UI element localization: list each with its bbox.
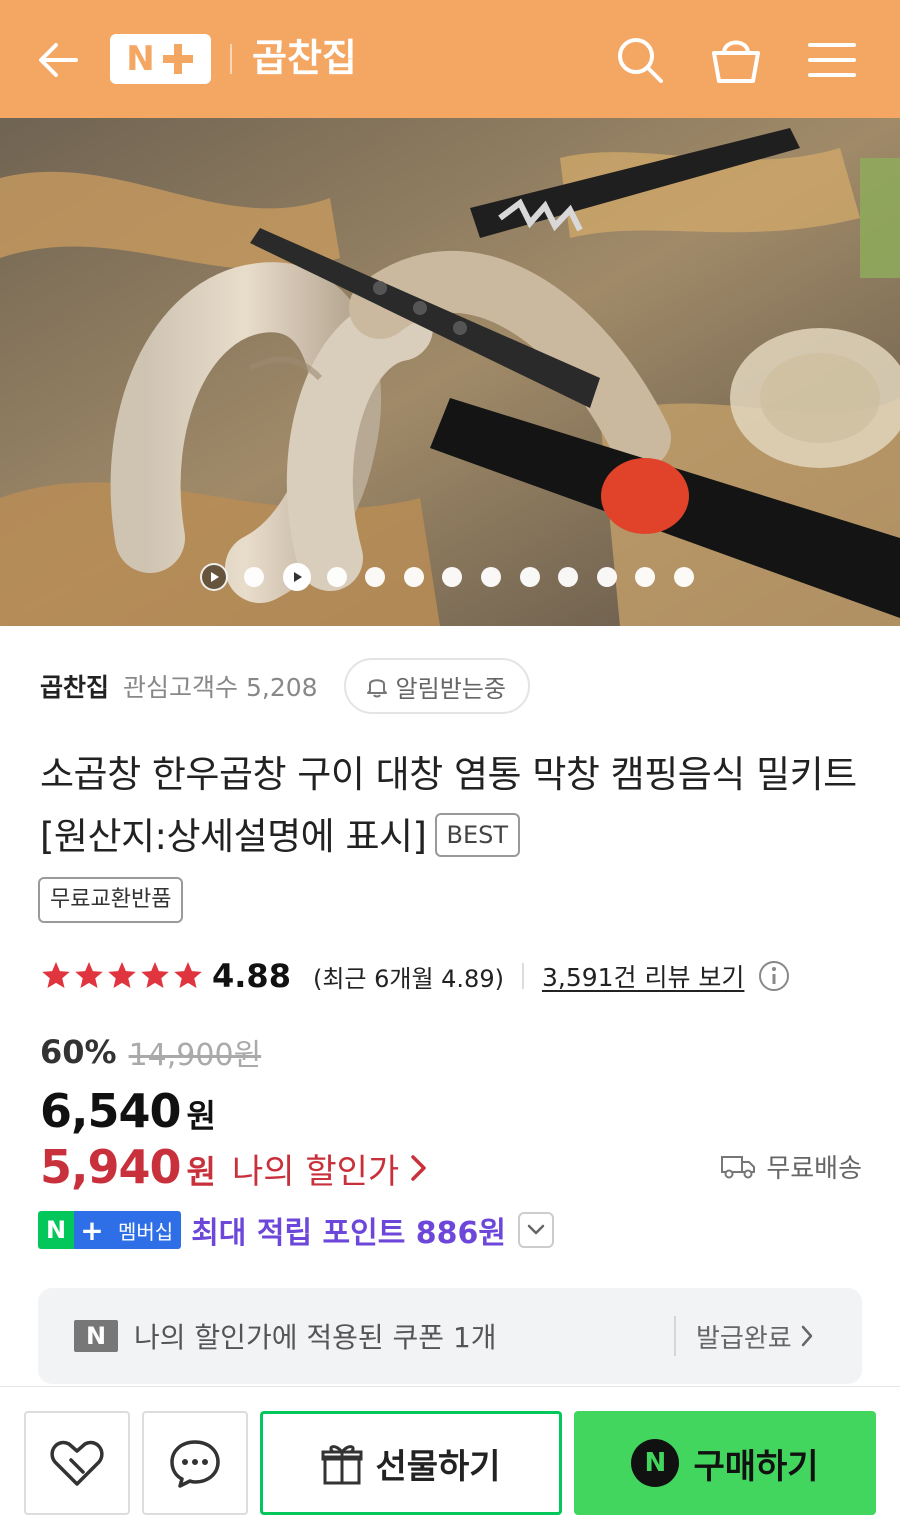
- coupon-bar[interactable]: N 나의 할인가에 적용된 쿠폰 1개 발급완료: [38, 1288, 862, 1384]
- discount-percent: 60%: [40, 1033, 117, 1071]
- notification-subscribe-button[interactable]: 알림받는중: [343, 658, 530, 714]
- carousel-video-dot[interactable]: [200, 563, 228, 591]
- sale-price: 6,540 원: [40, 1084, 216, 1140]
- carousel-dot[interactable]: [558, 567, 579, 587]
- naver-plus-logo[interactable]: N: [110, 34, 211, 84]
- carousel-dot[interactable]: [442, 567, 463, 587]
- divider: [521, 963, 524, 989]
- coupon-text: 나의 할인가에 적용된 쿠폰 1개: [134, 1321, 497, 1354]
- shipping-info: 무료배송: [720, 1146, 862, 1186]
- logo-n-text: N: [126, 39, 155, 79]
- carousel-dot[interactable]: [403, 567, 424, 587]
- seller-name[interactable]: 곱찬집: [40, 668, 109, 704]
- heart-icon: [50, 1440, 104, 1486]
- bell-icon: [366, 679, 387, 698]
- carousel-dot[interactable]: [326, 567, 347, 587]
- sale-price-number: 6,540: [40, 1084, 182, 1138]
- bottom-action-bar: 선물하기 N 구매하기: [0, 1386, 900, 1520]
- store-name[interactable]: 곱찬집: [252, 32, 357, 84]
- carousel-dot[interactable]: [480, 567, 501, 587]
- chevron-right-icon: [801, 1325, 812, 1347]
- discount-row: 60% 14,900원: [40, 1030, 261, 1074]
- arrow-left-icon: [39, 43, 78, 77]
- star-rating: [40, 960, 204, 992]
- carousel-dot[interactable]: [244, 567, 264, 587]
- info-icon[interactable]: [758, 960, 790, 992]
- talktalk-chat-button[interactable]: [142, 1411, 248, 1515]
- naver-plus-membership-badge: N + 멤버십: [38, 1211, 182, 1249]
- coupon-n-icon: N: [74, 1320, 118, 1352]
- carousel-pager: [200, 562, 713, 592]
- coupon-issued-label: 발급완료: [696, 1323, 792, 1354]
- wishlist-button[interactable]: [24, 1411, 130, 1515]
- rating-score: 4.88: [212, 957, 291, 995]
- truck-icon: [721, 1156, 756, 1179]
- naver-pay-n-icon: N: [631, 1439, 680, 1487]
- badge-n: N: [38, 1211, 74, 1249]
- free-return-tag: 무료교환반품: [38, 877, 184, 923]
- star-icon: [42, 962, 70, 988]
- star-icon: [141, 962, 169, 988]
- fans-count: 관심고객수 5,208: [123, 673, 318, 702]
- carousel-dot[interactable]: [365, 567, 386, 587]
- coupon-issued-button[interactable]: 발급완료: [696, 1288, 814, 1384]
- my-price-label: 나의 할인가: [231, 1152, 400, 1192]
- membership-points-row: N + 멤버십 최대 적립 포인트 886원: [38, 1210, 554, 1251]
- menu-button[interactable]: [804, 32, 860, 88]
- my-discount-price[interactable]: 5,940 원 나의 할인가: [40, 1140, 429, 1196]
- original-price: 14,900원: [128, 1038, 262, 1073]
- gift-label: 선물하기: [375, 1446, 501, 1487]
- my-price-unit: 원: [186, 1153, 216, 1191]
- seller-row: 곱찬집 관심고객수 5,208 알림받는중: [40, 658, 530, 714]
- product-title: 소곱창 한우곱창 구이 대창 염통 막창 캠핑음식 밀키트 [원산지:상세설명에…: [40, 744, 870, 868]
- badge-member: 멤버십: [110, 1211, 182, 1249]
- rating-row: 4.88 (최근 6개월 4.89) 3,591건 리뷰 보기: [40, 953, 790, 999]
- badge-plus: +: [74, 1211, 110, 1249]
- hamburger-menu-icon: [808, 43, 856, 77]
- carousel-dot[interactable]: [596, 567, 617, 587]
- carousel-dot[interactable]: [635, 567, 656, 587]
- back-button[interactable]: [30, 34, 86, 86]
- star-icon: [174, 962, 202, 988]
- search-icon: [618, 38, 663, 83]
- play-icon: [211, 572, 219, 582]
- chat-bubble-icon: [170, 1440, 220, 1488]
- play-icon: [293, 572, 302, 582]
- recent-rating: (최근 6개월 4.89): [312, 964, 504, 993]
- alarm-label: 알림받는중: [395, 674, 506, 703]
- cart-button[interactable]: [708, 32, 764, 88]
- shopping-basket-icon: [712, 40, 760, 83]
- product-photo: [0, 118, 900, 626]
- plus-icon: [161, 42, 195, 76]
- gift-button[interactable]: 선물하기: [260, 1411, 562, 1515]
- coupon-divider: [674, 1316, 676, 1356]
- top-header: N 곱찬집: [0, 0, 900, 118]
- search-button[interactable]: [612, 32, 668, 88]
- best-badge: BEST: [434, 813, 521, 857]
- header-divider: [230, 44, 232, 74]
- max-points-text: 최대 적립 포인트 886원: [191, 1216, 506, 1251]
- star-icon: [108, 962, 136, 988]
- my-price-number: 5,940: [40, 1140, 182, 1194]
- carousel-dot[interactable]: [673, 567, 694, 587]
- chevron-down-icon: [527, 1224, 545, 1235]
- sale-price-unit: 원: [186, 1097, 216, 1135]
- chevron-right-icon: [411, 1155, 426, 1181]
- product-image-carousel[interactable]: [0, 118, 900, 626]
- carousel-video-dot[interactable]: [282, 563, 311, 591]
- buy-button[interactable]: N 구매하기: [574, 1411, 876, 1515]
- buy-label: 구매하기: [693, 1446, 819, 1487]
- gift-icon: [321, 1445, 363, 1485]
- carousel-dot[interactable]: [519, 567, 540, 587]
- review-link[interactable]: 3,591건 리뷰 보기: [542, 958, 744, 994]
- star-icon: [75, 962, 103, 988]
- shipping-label: 무료배송: [766, 1153, 862, 1184]
- points-expand-button[interactable]: [517, 1212, 554, 1248]
